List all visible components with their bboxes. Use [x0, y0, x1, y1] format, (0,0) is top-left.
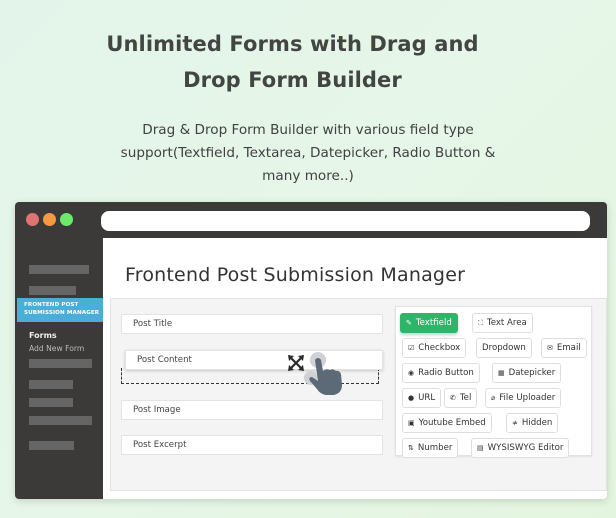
pointing-hand-cursor-icon	[304, 352, 342, 395]
sidebar-item-placeholder[interactable]	[29, 441, 74, 450]
browser-window: FRONTEND POST SUBMISSION MANAGER Forms A…	[15, 202, 607, 499]
field-type-datepicker[interactable]: ▦ Datepicker	[492, 363, 562, 383]
sidebar-item-placeholder[interactable]	[29, 286, 76, 295]
sidebar-item-placeholder[interactable]	[29, 416, 92, 425]
sidebar-item-frontend-post-submission-manager[interactable]: FRONTEND POST SUBMISSION MANAGER	[17, 298, 103, 322]
editor-icon: ▤	[477, 444, 484, 452]
edit-icon: ✎	[406, 319, 412, 327]
form-field-post-image[interactable]: Post Image	[121, 400, 383, 420]
admin-sidebar: FRONTEND POST SUBMISSION MANAGER Forms A…	[15, 238, 103, 499]
browser-titlebar	[15, 202, 607, 238]
field-type-dropdown[interactable]: Dropdown	[476, 338, 532, 358]
envelope-icon: ✉	[547, 344, 553, 352]
subtitle-line-2: support(Textfield, Textarea, Datepicker,…	[120, 145, 496, 161]
field-type-hidden[interactable]: ≉ Hidden	[506, 413, 559, 433]
submenu-forms[interactable]: Forms	[29, 331, 57, 340]
globe-icon: ●	[408, 394, 415, 402]
sidebar-active-label-line-1: FRONTEND POST	[24, 302, 79, 308]
field-type-file-uploader[interactable]: ⌀ File Uploader	[485, 388, 562, 408]
form-field-post-excerpt[interactable]: Post Excerpt	[121, 435, 383, 455]
checkbox-icon: ☑	[408, 344, 415, 352]
eye-slash-icon: ≉	[512, 419, 518, 427]
address-bar[interactable]	[101, 211, 590, 231]
minimize-window-dot[interactable]	[43, 213, 56, 226]
close-window-dot[interactable]	[26, 213, 39, 226]
sidebar-item-placeholder[interactable]	[29, 265, 89, 274]
radio-icon: ◉	[408, 369, 415, 377]
move-arrows-icon	[288, 355, 304, 371]
field-type-number[interactable]: ⇅ Number	[402, 438, 459, 458]
sidebar-active-label-line-2: SUBMISSION MANAGER	[24, 310, 100, 316]
subtitle: Drag & Drop Form Builder with various fi…	[0, 119, 616, 188]
headline-line-2: Drop Form Builder	[183, 68, 402, 92]
field-type-radio-button[interactable]: ◉ Radio Button	[402, 363, 480, 383]
subtitle-line-1: Drag & Drop Form Builder with various fi…	[142, 122, 474, 138]
field-type-url[interactable]: ● URL	[402, 388, 442, 408]
field-type-textfield[interactable]: ✎ Textfield	[400, 313, 458, 333]
sidebar-item-placeholder[interactable]	[29, 359, 92, 368]
form-field-post-title[interactable]: Post Title	[121, 314, 383, 334]
sidebar-item-placeholder[interactable]	[29, 398, 73, 407]
video-icon: ▣	[408, 419, 415, 427]
headline-line-1: Unlimited Forms with Drag and	[106, 32, 479, 56]
submenu-add-new-form[interactable]: Add New Form	[29, 344, 84, 353]
sidebar-item-placeholder[interactable]	[29, 380, 73, 389]
field-type-tel[interactable]: ✆ Tel	[444, 388, 478, 408]
paperclip-icon: ⌀	[491, 394, 496, 402]
field-type-wysiswyg-editor[interactable]: ▤ WYSISWYG Editor	[471, 438, 570, 458]
field-type-youtube-embed[interactable]: ▣ Youtube Embed	[402, 413, 492, 433]
subtitle-line-3: many more..)	[262, 168, 354, 184]
sort-numeric-icon: ⇅	[408, 444, 414, 452]
calendar-icon: ▦	[498, 369, 505, 377]
field-type-email[interactable]: ✉ Email	[541, 338, 587, 358]
form-builder-canvas: Post Title Post Content Post Image Post …	[110, 298, 607, 491]
expand-icon: ⛶	[478, 319, 483, 327]
field-type-palette: ✎ Textfield ⛶ Text Area ☑ Checkbox Dropdown…	[395, 306, 592, 458]
phone-icon: ✆	[450, 394, 456, 402]
field-type-text-area[interactable]: ⛶ Text Area	[472, 313, 533, 333]
page-title: Frontend Post Submission Manager	[125, 264, 466, 286]
headline: Unlimited Forms with Drag and Drop Form …	[0, 26, 585, 98]
field-type-checkbox[interactable]: ☑ Checkbox	[402, 338, 467, 358]
maximize-window-dot[interactable]	[60, 213, 73, 226]
